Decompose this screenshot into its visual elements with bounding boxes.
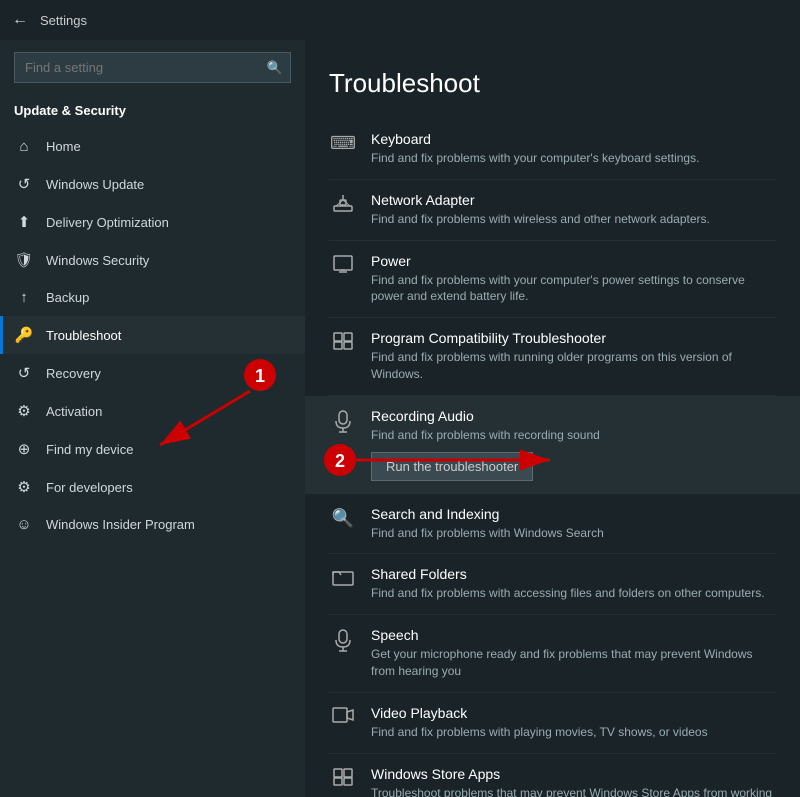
sidebar-item-delivery-optimization[interactable]: ⬆ Delivery Optimization <box>0 203 305 241</box>
item-desc: Find and fix problems with accessing fil… <box>371 585 776 602</box>
network-icon <box>329 194 357 217</box>
troubleshoot-item-network[interactable]: Network Adapter Find and fix problems wi… <box>329 180 776 241</box>
sidebar-item-label: Recovery <box>46 366 101 381</box>
sidebar-item-troubleshoot[interactable]: 🔑 Troubleshoot <box>0 316 305 354</box>
search-input[interactable] <box>14 52 291 83</box>
sidebar-item-home[interactable]: ⌂ Home <box>0 128 305 165</box>
run-troubleshooter-button[interactable]: Run the troubleshooter <box>371 452 533 481</box>
sidebar-item-windows-update[interactable]: ↺ Windows Update <box>0 165 305 203</box>
developers-icon: ⚙ <box>14 478 34 496</box>
troubleshoot-item-search[interactable]: 🔍 Search and Indexing Find and fix probl… <box>329 494 776 555</box>
sidebar-item-activation[interactable]: ⚙ Activation <box>0 392 305 430</box>
item-name: Network Adapter <box>371 192 776 208</box>
sidebar-item-label: For developers <box>46 480 133 495</box>
security-icon: 🛡 <box>14 251 34 269</box>
item-desc: Find and fix problems with your computer… <box>371 272 776 306</box>
delivery-icon: ⬆ <box>14 213 34 231</box>
video-icon <box>329 707 357 728</box>
item-desc: Find and fix problems with recording sou… <box>371 427 776 444</box>
item-name: Speech <box>371 627 776 643</box>
sidebar-item-label: Backup <box>46 290 89 305</box>
compat-icon <box>329 332 357 355</box>
find-device-icon: ⊕ <box>14 440 34 458</box>
sidebar-item-for-developers[interactable]: ⚙ For developers <box>0 468 305 506</box>
item-name: Search and Indexing <box>371 506 776 522</box>
troubleshoot-item-keyboard[interactable]: ⌨ Keyboard Find and fix problems with yo… <box>329 119 776 180</box>
activation-icon: ⚙ <box>14 402 34 420</box>
sidebar-item-recovery[interactable]: ↺ Recovery <box>0 354 305 392</box>
mic-icon <box>329 410 357 439</box>
sidebar-item-find-my-device[interactable]: ⊕ Find my device <box>0 430 305 468</box>
item-name: Power <box>371 253 776 269</box>
sidebar-section-title: Update & Security <box>0 95 305 128</box>
item-desc: Find and fix problems with your computer… <box>371 150 776 167</box>
keyboard-icon: ⌨ <box>329 133 357 154</box>
sidebar-item-label: Windows Update <box>46 177 144 192</box>
sidebar-item-label: Home <box>46 139 81 154</box>
item-desc: Find and fix problems with Windows Searc… <box>371 525 776 542</box>
sidebar-item-label: Find my device <box>46 442 133 457</box>
item-desc: Get your microphone ready and fix proble… <box>371 646 776 680</box>
item-name: Video Playback <box>371 705 776 721</box>
item-desc: Find and fix problems with playing movie… <box>371 724 776 741</box>
troubleshoot-item-power[interactable]: Power Find and fix problems with your co… <box>329 241 776 319</box>
sidebar-item-label: Troubleshoot <box>46 328 121 343</box>
windows-update-icon: ↺ <box>14 175 34 193</box>
sidebar-item-windows-insider[interactable]: ☺ Windows Insider Program <box>0 506 305 543</box>
item-name: Keyboard <box>371 131 776 147</box>
back-button[interactable]: ← <box>12 11 28 29</box>
power-icon <box>329 255 357 278</box>
main-layout: 🔍 Update & Security ⌂ Home ↺ Windows Upd… <box>0 40 800 797</box>
troubleshoot-item-recording-audio[interactable]: Recording Audio Find and fix problems wi… <box>305 396 800 494</box>
item-name: Program Compatibility Troubleshooter <box>371 330 776 346</box>
item-name: Windows Store Apps <box>371 766 776 782</box>
item-name: Recording Audio <box>371 408 776 424</box>
troubleshoot-item-speech[interactable]: Speech Get your microphone ready and fix… <box>329 615 776 693</box>
sidebar-item-label: Windows Security <box>46 253 149 268</box>
troubleshoot-item-store-apps[interactable]: Windows Store Apps Troubleshoot problems… <box>329 754 776 797</box>
folder-icon <box>329 568 357 591</box>
recovery-icon: ↺ <box>14 364 34 382</box>
sidebar-item-label: Delivery Optimization <box>46 215 169 230</box>
item-desc: Find and fix problems with wireless and … <box>371 211 776 228</box>
troubleshoot-item-shared-folders[interactable]: Shared Folders Find and fix problems wit… <box>329 554 776 615</box>
title-bar: ← Settings <box>0 0 800 40</box>
home-icon: ⌂ <box>14 138 34 155</box>
sidebar-search-container: 🔍 <box>14 52 291 83</box>
backup-icon: ↑ <box>14 289 34 306</box>
sidebar-item-label: Windows Insider Program <box>46 517 195 532</box>
item-name: Shared Folders <box>371 566 776 582</box>
store-icon <box>329 768 357 791</box>
sidebar-item-label: Activation <box>46 404 102 419</box>
sidebar-item-backup[interactable]: ↑ Backup <box>0 279 305 316</box>
sidebar: 🔍 Update & Security ⌂ Home ↺ Windows Upd… <box>0 40 305 797</box>
item-desc: Troubleshoot problems that may prevent W… <box>371 785 776 797</box>
item-desc: Find and fix problems with running older… <box>371 349 776 383</box>
troubleshoot-icon: 🔑 <box>14 326 34 344</box>
speech-icon <box>329 629 357 658</box>
search-icon: 🔍 <box>267 60 283 76</box>
content-area: Troubleshoot ⌨ Keyboard Find and fix pro… <box>305 40 800 797</box>
insider-icon: ☺ <box>14 516 34 533</box>
title-bar-title: Settings <box>40 13 87 28</box>
troubleshoot-item-video[interactable]: Video Playback Find and fix problems wit… <box>329 693 776 754</box>
search-icon: 🔍 <box>329 508 357 529</box>
troubleshoot-item-compat[interactable]: Program Compatibility Troubleshooter Fin… <box>329 318 776 396</box>
page-title: Troubleshoot <box>329 68 776 99</box>
sidebar-item-windows-security[interactable]: 🛡 Windows Security <box>0 241 305 279</box>
